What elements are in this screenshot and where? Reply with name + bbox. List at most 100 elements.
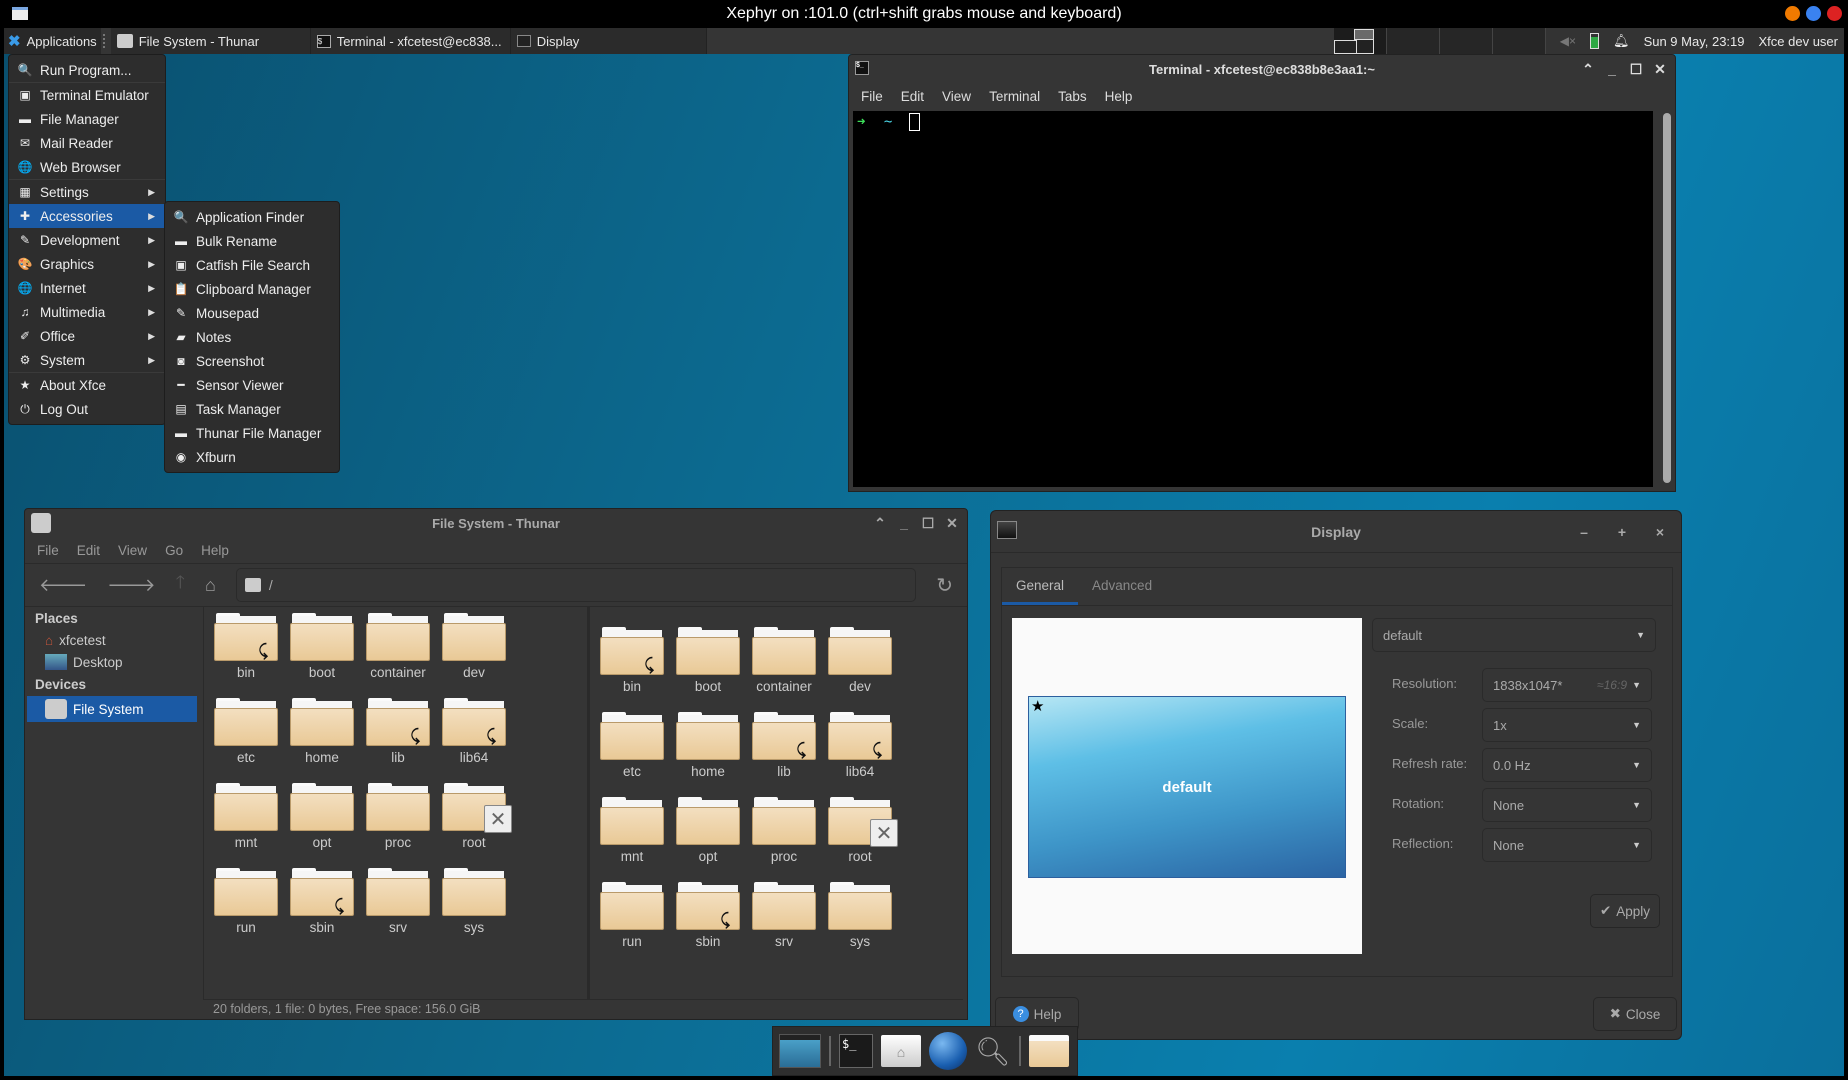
menu-item-system[interactable]: ⚙ System ▶ bbox=[9, 348, 165, 372]
menu-item-clipboard-manager[interactable]: 📋 Clipboard Manager bbox=[165, 277, 339, 301]
folder-item[interactable]: proc bbox=[746, 797, 822, 864]
up-icon[interactable]: 🡑 bbox=[176, 570, 185, 600]
terminal-icon[interactable]: $_ bbox=[839, 1034, 873, 1068]
field-select-refresh-rate[interactable]: 0.0 Hz ▼ bbox=[1482, 748, 1652, 782]
menu-item-terminal-emulator[interactable]: ▣ Terminal Emulator bbox=[9, 83, 165, 107]
battery-icon[interactable] bbox=[1590, 33, 1600, 49]
menu-terminal[interactable]: Terminal bbox=[989, 89, 1040, 104]
thunar-titlebar[interactable]: File System - Thunar ⌃ _ ☐ ✕ bbox=[25, 509, 967, 537]
terminal-titlebar[interactable]: $_ Terminal - xfcetest@ec838b8e3aa1:~ ⌃ … bbox=[849, 55, 1675, 83]
output-select[interactable]: default ▼ bbox=[1372, 618, 1656, 652]
clock[interactable]: Sun 9 May, 23:19 bbox=[1644, 34, 1745, 49]
folder-item[interactable]: home bbox=[670, 712, 746, 779]
applications-menu-button[interactable]: ✖ Applications bbox=[4, 28, 101, 54]
folder-icon[interactable] bbox=[1028, 1035, 1069, 1067]
minimize-button[interactable]: – bbox=[1577, 524, 1591, 540]
workspace-2[interactable] bbox=[1386, 28, 1440, 54]
folder-item[interactable]: ✕ root bbox=[436, 783, 512, 850]
folder-item[interactable]: home bbox=[284, 698, 360, 765]
minimize-button[interactable]: _ bbox=[1605, 61, 1619, 77]
home-icon[interactable]: ⌂ bbox=[205, 575, 216, 596]
field-select-scale[interactable]: 1x ▼ bbox=[1482, 708, 1652, 742]
minimize-button[interactable]: _ bbox=[897, 515, 911, 531]
task-display[interactable]: Display bbox=[510, 28, 707, 54]
web-browser-icon[interactable] bbox=[929, 1032, 967, 1070]
menu-item-screenshot[interactable]: ◙ Screenshot bbox=[165, 349, 339, 373]
menu-item-office[interactable]: ✐ Office ▶ bbox=[9, 324, 165, 348]
menu-view[interactable]: View bbox=[118, 543, 147, 558]
menu-help[interactable]: Help bbox=[201, 543, 229, 558]
folder-item[interactable]: dev bbox=[822, 627, 898, 694]
workspace-3[interactable] bbox=[1439, 28, 1493, 54]
menu-file[interactable]: File bbox=[861, 89, 883, 104]
menu-item-graphics[interactable]: 🎨 Graphics ▶ bbox=[9, 252, 165, 276]
folder-item[interactable]: ⤹ lib64 bbox=[436, 698, 512, 765]
folder-item[interactable]: proc bbox=[360, 783, 436, 850]
display-titlebar[interactable]: Display – + × bbox=[991, 511, 1681, 553]
menu-item-run-program[interactable]: 🔍 Run Program... bbox=[9, 58, 165, 82]
workspace-switcher[interactable] bbox=[1333, 28, 1546, 54]
field-select-reflection[interactable]: None ▼ bbox=[1482, 828, 1652, 862]
folder-item[interactable]: run bbox=[208, 868, 284, 935]
field-select-resolution[interactable]: 1838x1047* ≈16:9 ▼ bbox=[1482, 668, 1652, 702]
close-button[interactable]: ✕ bbox=[945, 515, 959, 532]
maximize-button[interactable]: ☐ bbox=[921, 515, 935, 532]
apply-button[interactable]: ✔ Apply bbox=[1590, 894, 1660, 928]
close-dialog-button[interactable]: ✖ Close bbox=[1593, 997, 1677, 1031]
folder-item[interactable]: mnt bbox=[208, 783, 284, 850]
menu-file[interactable]: File bbox=[37, 543, 59, 558]
maximize-dot[interactable] bbox=[1806, 6, 1821, 21]
folder-item[interactable]: mnt bbox=[594, 797, 670, 864]
folder-item[interactable]: boot bbox=[670, 627, 746, 694]
app-finder-icon[interactable]: 🔍︎ bbox=[975, 1035, 1011, 1068]
folder-item[interactable]: container bbox=[360, 613, 436, 680]
shade-button[interactable]: ⌃ bbox=[1581, 61, 1595, 78]
menu-item-catfish-file-search[interactable]: ▣ Catfish File Search bbox=[165, 253, 339, 277]
maximize-button[interactable]: + bbox=[1615, 524, 1629, 540]
menu-go[interactable]: Go bbox=[165, 543, 183, 558]
menu-item-notes[interactable]: ▰ Notes bbox=[165, 325, 339, 349]
menu-item-bulk-rename[interactable]: ▬ Bulk Rename bbox=[165, 229, 339, 253]
back-icon[interactable]: 🡐 bbox=[39, 575, 87, 596]
menu-edit[interactable]: Edit bbox=[77, 543, 100, 558]
menu-item-thunar-file-manager[interactable]: ▬ Thunar File Manager bbox=[165, 421, 339, 445]
folder-item[interactable]: ⤹ bin bbox=[594, 627, 670, 694]
menu-edit[interactable]: Edit bbox=[901, 89, 924, 104]
folder-item[interactable]: sys bbox=[822, 882, 898, 949]
folder-item[interactable]: srv bbox=[360, 868, 436, 935]
menu-item-file-manager[interactable]: ▬ File Manager bbox=[9, 107, 165, 131]
folder-item[interactable]: ✕ root bbox=[822, 797, 898, 864]
folder-item[interactable]: run bbox=[594, 882, 670, 949]
folder-item[interactable]: etc bbox=[594, 712, 670, 779]
menu-item-task-manager[interactable]: ▤ Task Manager bbox=[165, 397, 339, 421]
show-desktop-icon[interactable] bbox=[779, 1034, 821, 1068]
menu-item-internet[interactable]: 🌐 Internet ▶ bbox=[9, 276, 165, 300]
forward-icon[interactable]: 🡒 bbox=[107, 575, 155, 596]
menu-item-mousepad[interactable]: ✎ Mousepad bbox=[165, 301, 339, 325]
menu-item-about-xfce[interactable]: ★ About Xfce bbox=[9, 373, 165, 397]
minimize-dot[interactable] bbox=[1785, 6, 1800, 21]
home-folder-icon[interactable]: ⌂ bbox=[881, 1035, 921, 1067]
folder-item[interactable]: ⤹ sbin bbox=[670, 882, 746, 949]
close-dot[interactable] bbox=[1827, 6, 1842, 21]
tab-advanced[interactable]: Advanced bbox=[1078, 568, 1166, 605]
maximize-button[interactable]: ☐ bbox=[1629, 61, 1643, 78]
folder-item[interactable]: sys bbox=[436, 868, 512, 935]
task-thunar[interactable]: File System - Thunar bbox=[110, 28, 311, 54]
menu-tabs[interactable]: Tabs bbox=[1058, 89, 1087, 104]
folder-item[interactable]: srv bbox=[746, 882, 822, 949]
shade-button[interactable]: ⌃ bbox=[873, 515, 887, 532]
notification-bell-icon[interactable]: 🔔︎ bbox=[1613, 33, 1630, 49]
menu-item-accessories[interactable]: ✚ Accessories ▶ bbox=[9, 204, 165, 228]
place-desktop[interactable]: Desktop bbox=[27, 651, 197, 673]
menu-item-multimedia[interactable]: ♫ Multimedia ▶ bbox=[9, 300, 165, 324]
monitor-preview[interactable]: ★ default bbox=[1028, 696, 1346, 878]
folder-item[interactable]: etc bbox=[208, 698, 284, 765]
location-bar[interactable]: / bbox=[235, 568, 917, 602]
menu-item-sensor-viewer[interactable]: ━ Sensor Viewer bbox=[165, 373, 339, 397]
close-button[interactable]: ✕ bbox=[1653, 61, 1667, 78]
terminal-screen[interactable]: ➜ ~ bbox=[853, 111, 1653, 487]
folder-item[interactable]: boot bbox=[284, 613, 360, 680]
folder-item[interactable]: ⤹ bin bbox=[208, 613, 284, 680]
menu-view[interactable]: View bbox=[942, 89, 971, 104]
